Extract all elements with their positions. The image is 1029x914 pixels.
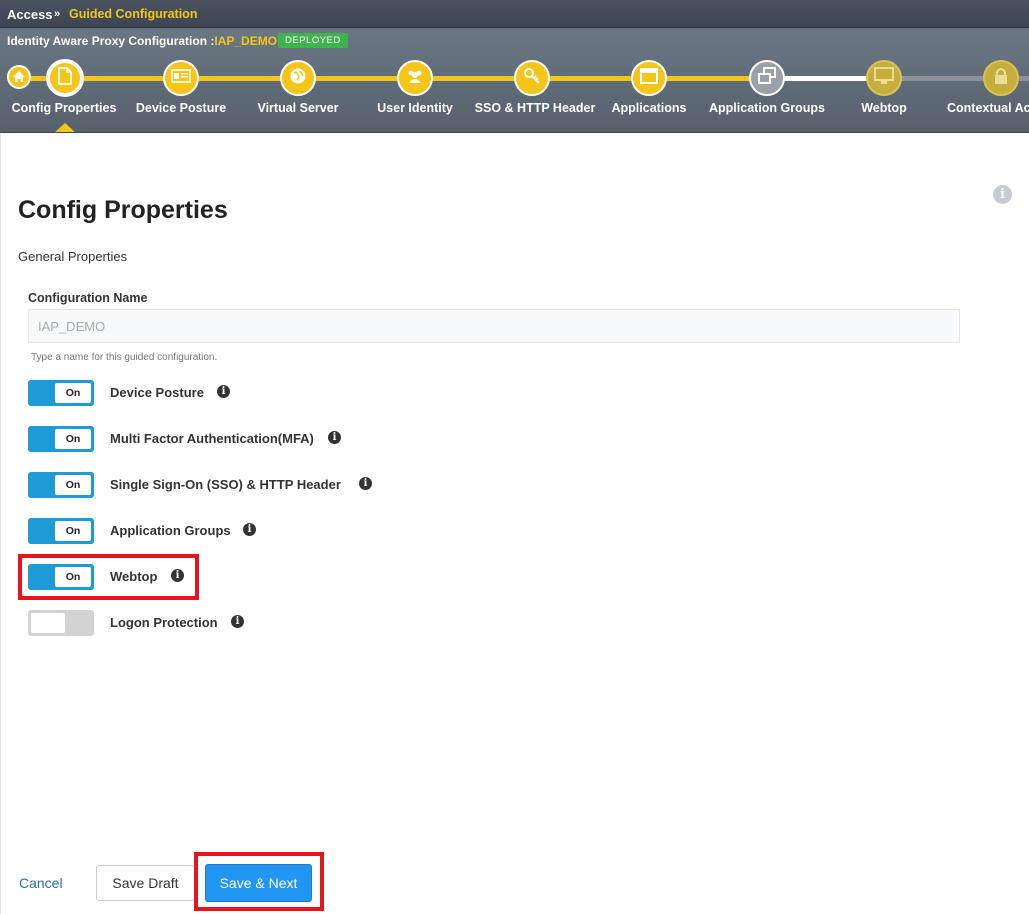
toggle-label: Single Sign-On (SSO) & HTTP Header xyxy=(110,477,341,492)
toggle-label: Multi Factor Authentication(MFA) xyxy=(110,431,314,446)
sso-toggle[interactable]: On xyxy=(28,472,94,498)
toggle-state: On xyxy=(55,429,91,449)
step-virtual-server[interactable] xyxy=(280,60,316,96)
step-sso-http-header[interactable] xyxy=(514,60,550,96)
wizard-title-prefix: Identity Aware Proxy Configuration : xyxy=(7,34,215,48)
wizard-config-name: IAP_DEMO xyxy=(214,34,278,48)
breadcrumb-current: Guided Configuration xyxy=(69,7,198,21)
toggle-label: Device Posture xyxy=(110,385,204,400)
step-user-identity[interactable] xyxy=(397,60,433,96)
status-badge: DEPLOYED xyxy=(278,33,348,48)
document-icon xyxy=(57,66,73,90)
info-icon[interactable]: i xyxy=(243,523,256,536)
wizard-title: Identity Aware Proxy Configuration :IAP_… xyxy=(7,34,277,48)
toggle-label: Application Groups xyxy=(110,523,231,538)
step-label[interactable]: Device Posture xyxy=(136,101,226,115)
step-device-posture[interactable] xyxy=(163,60,199,96)
step-config-properties[interactable] xyxy=(46,59,84,97)
step-label[interactable]: Contextual Ac xyxy=(947,101,1029,115)
step-label[interactable]: Config Properties xyxy=(12,101,117,115)
info-icon[interactable]: i xyxy=(231,615,244,628)
breadcrumb-root[interactable]: Access xyxy=(7,7,53,22)
step-applications[interactable] xyxy=(631,60,667,96)
logon-protection-toggle[interactable] xyxy=(28,610,94,636)
device-posture-toggle[interactable]: On xyxy=(28,380,94,406)
cancel-link[interactable]: Cancel xyxy=(19,875,63,891)
mfa-toggle[interactable]: On xyxy=(28,426,94,452)
key-icon xyxy=(523,67,541,90)
info-icon[interactable]: i xyxy=(328,431,341,444)
save-draft-button[interactable]: Save Draft xyxy=(96,865,195,901)
step-label[interactable]: SSO & HTTP Header xyxy=(475,101,596,115)
step-label[interactable]: Application Groups xyxy=(709,101,825,115)
globe-icon xyxy=(289,67,307,90)
id-card-icon xyxy=(171,68,191,88)
toggle-state: On xyxy=(55,521,91,541)
window-icon xyxy=(640,67,658,89)
step-label[interactable]: User Identity xyxy=(377,101,453,115)
toggle-state: On xyxy=(55,475,91,495)
application-groups-toggle[interactable]: On xyxy=(28,518,94,544)
breadcrumb-separator: » xyxy=(54,8,61,20)
users-icon xyxy=(405,68,425,89)
step-contextual-access[interactable] xyxy=(983,60,1019,96)
info-icon[interactable]: i xyxy=(217,385,230,398)
section-heading: General Properties xyxy=(18,249,128,264)
step-label[interactable]: Applications xyxy=(611,101,686,115)
step-webtop[interactable] xyxy=(866,60,902,96)
save-next-highlight-box xyxy=(194,852,324,911)
home-icon[interactable] xyxy=(7,65,31,89)
toggle-label: Logon Protection xyxy=(110,615,218,630)
toggle-state xyxy=(31,613,65,633)
page-title: Config Properties xyxy=(18,196,228,224)
toggle-state: On xyxy=(55,383,91,403)
main-content: i Config Properties General Properties C… xyxy=(0,133,1029,914)
active-step-pointer xyxy=(54,123,76,132)
wizard-header: Identity Aware Proxy Configuration :IAP_… xyxy=(0,28,1029,133)
groups-icon xyxy=(757,66,777,90)
top-breadcrumb-bar: Access » Guided Configuration xyxy=(0,0,1029,28)
info-icon[interactable]: i xyxy=(359,477,372,490)
page-info-icon[interactable]: i xyxy=(993,185,1012,204)
webtop-highlight-box xyxy=(18,554,199,600)
step-label[interactable]: Virtual Server xyxy=(257,101,338,115)
config-name-help: Type a name for this guided configuratio… xyxy=(31,352,218,363)
config-name-label: Configuration Name xyxy=(28,291,148,305)
monitor-icon xyxy=(874,66,894,90)
step-label[interactable]: Webtop xyxy=(861,101,907,115)
step-application-groups[interactable] xyxy=(749,60,785,96)
lock-icon xyxy=(994,67,1008,90)
config-name-field[interactable] xyxy=(28,309,960,343)
